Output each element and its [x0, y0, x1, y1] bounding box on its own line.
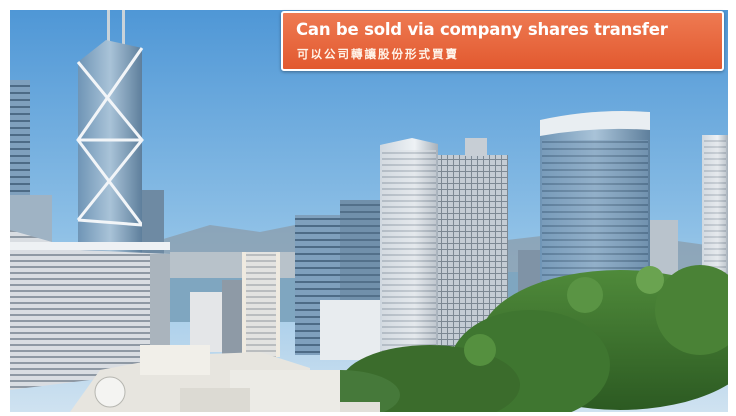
banner-title-english: Can be sold via company shares transfer — [296, 20, 668, 39]
info-banner: Can be sold via company shares transfer … — [281, 11, 724, 71]
banner-title-chinese: 可以公司轉讓股份形式買賣 — [297, 47, 459, 61]
